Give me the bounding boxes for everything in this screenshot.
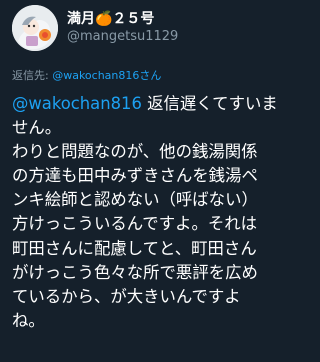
tweet-header: 満月🍊２５号 @mangetsu1129	[12, 4, 178, 52]
display-name[interactable]: 満月🍊２５号	[67, 10, 178, 28]
tweet-line: 方けっこういるんですよ。それは	[12, 214, 258, 234]
avatar[interactable]	[12, 5, 58, 51]
tweet-text: @wakochan816 返信遅くてすいま せん。 わりと問題なのが、他の銭湯関…	[12, 92, 314, 333]
tweet-line: の方達も田中みずきさんを銭湯ペ	[12, 166, 258, 186]
tweet-line: せん。	[12, 118, 62, 138]
tweet-card: 満月🍊２５号 @mangetsu1129 返信先: @wakochan816さん…	[0, 0, 320, 362]
tweet-line-1: @wakochan816 返信遅くてすいま	[12, 92, 314, 116]
tweet-line: がけっこう色々な所で悪評を広め	[12, 262, 258, 282]
tweet-mention-link[interactable]: @wakochan816	[12, 94, 142, 113]
tweet-line: わりと問題なのが、他の銭湯関係	[12, 142, 258, 162]
reply-prefix: 返信先:	[12, 69, 53, 82]
author-names: 満月🍊２５号 @mangetsu1129	[67, 10, 178, 46]
reply-mention-link[interactable]: @wakochan816さん	[52, 69, 161, 82]
reply-to-line: 返信先: @wakochan816さん	[12, 67, 161, 83]
tweet-line: ているから、が大きいんですよ	[12, 286, 241, 306]
tweet-line-text: 返信遅くてすいま	[141, 94, 278, 113]
tweet-line: ンキ絵師と認めない（呼ばない）	[12, 190, 258, 210]
screen-name[interactable]: @mangetsu1129	[67, 28, 178, 46]
tweet-line: 町田さんに配慮してと、町田さん	[12, 238, 257, 258]
tweet-line: ね。	[12, 310, 45, 330]
